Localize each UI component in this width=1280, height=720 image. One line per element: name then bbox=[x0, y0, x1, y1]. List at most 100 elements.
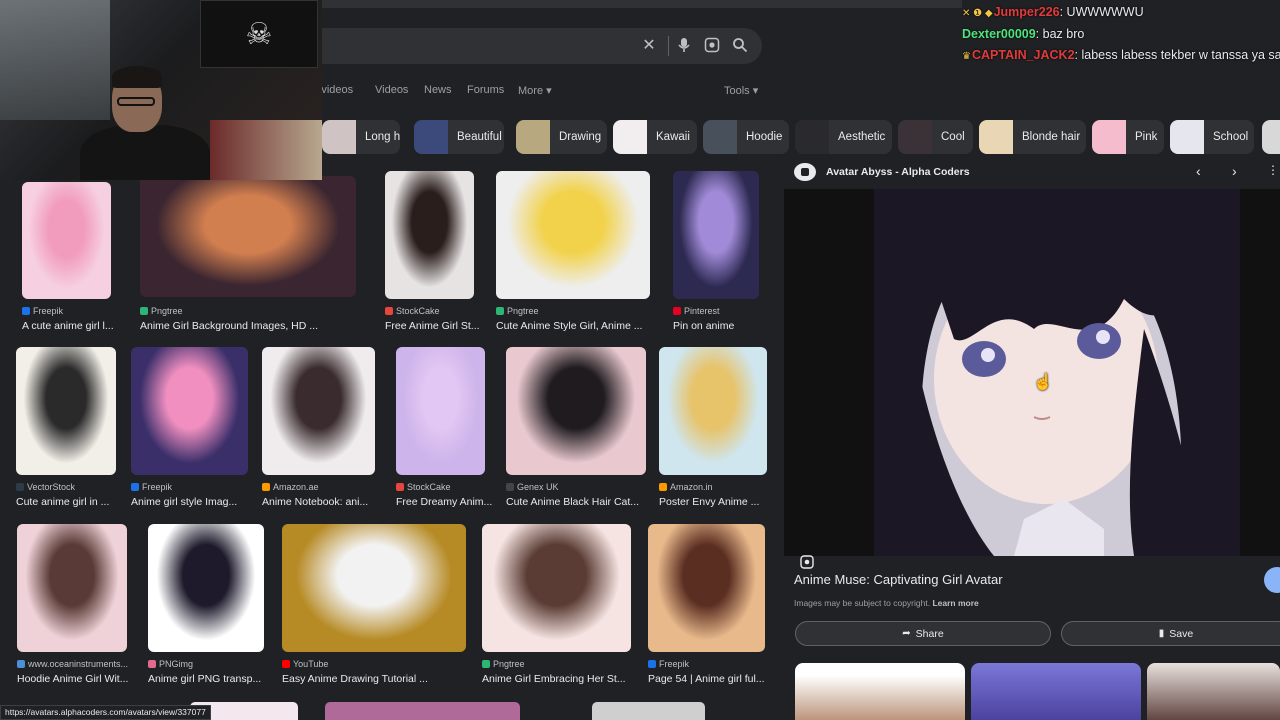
site-favicon-icon bbox=[396, 483, 404, 491]
share-button[interactable]: ➦ Share bbox=[795, 621, 1051, 646]
result-source-name: StockCake bbox=[407, 482, 451, 492]
image-result[interactable]: VectorStock Cute anime girl in ... bbox=[16, 347, 138, 510]
tab-videos[interactable]: Videos bbox=[375, 84, 408, 96]
more-vert-icon[interactable]: ⋮ bbox=[1267, 163, 1279, 177]
result-thumbnail[interactable] bbox=[673, 171, 759, 299]
tab-news[interactable]: News bbox=[424, 84, 452, 96]
preview-title[interactable]: Anime Muse: Captivating Girl Avatar bbox=[794, 572, 1003, 587]
chip-school[interactable]: School bbox=[1170, 120, 1254, 154]
share-icon: ➦ bbox=[902, 628, 911, 639]
result-thumbnail[interactable] bbox=[396, 347, 485, 475]
lens-search-icon[interactable] bbox=[800, 555, 816, 571]
image-result[interactable]: StockCake Free Anime Girl St... bbox=[385, 171, 507, 334]
screen: ✕ Short videos Videos News Forums More ▾… bbox=[0, 0, 1280, 720]
tab-forums[interactable]: Forums bbox=[467, 84, 504, 96]
chevron-left-icon[interactable]: ‹ bbox=[1196, 163, 1201, 179]
image-result[interactable]: www.oceaninstruments... Hoodie Anime Girl… bbox=[17, 524, 139, 687]
chip-long-hair[interactable]: Long hair bbox=[322, 120, 400, 154]
result-thumbnail[interactable] bbox=[385, 171, 474, 299]
result-caption: Anime Girl Embracing Her St... bbox=[482, 673, 626, 685]
result-thumbnail[interactable] bbox=[22, 182, 111, 299]
tab-more[interactable]: More ▾ bbox=[518, 84, 552, 97]
tools-button[interactable]: Tools ▾ bbox=[724, 84, 758, 97]
chip-label: Aesthetic bbox=[838, 131, 886, 143]
close-icon[interactable]: ✕ bbox=[640, 37, 658, 55]
image-result[interactable]: Pngtree Anime Girl Background Images, HD … bbox=[140, 176, 366, 334]
image-result[interactable]: Freepik Anime girl style Imag... bbox=[131, 347, 258, 510]
chip-blonde-hair[interactable]: Blonde hair bbox=[979, 120, 1086, 154]
site-favicon-icon bbox=[506, 483, 514, 491]
related-image[interactable] bbox=[971, 663, 1141, 720]
image-result[interactable]: Pinterest Pin on anime bbox=[673, 171, 795, 334]
result-source-name: Pngtree bbox=[151, 306, 183, 316]
related-image[interactable] bbox=[1147, 663, 1280, 720]
save-button[interactable]: ▮ Save bbox=[1061, 621, 1280, 646]
result-thumbnail[interactable] bbox=[131, 347, 248, 475]
result-source: Amazon.in bbox=[659, 482, 781, 492]
chip-thumbnail bbox=[322, 120, 356, 154]
result-thumbnail[interactable] bbox=[262, 347, 375, 475]
preview-image[interactable] bbox=[874, 189, 1240, 556]
divider bbox=[668, 36, 669, 56]
result-source: StockCake bbox=[385, 306, 507, 316]
chip-label: Cool bbox=[941, 131, 965, 143]
result-thumbnail[interactable] bbox=[17, 524, 127, 652]
result-source-name: YouTube bbox=[293, 659, 329, 669]
image-result[interactable]: Freepik A cute anime girl l... bbox=[22, 182, 144, 334]
image-result[interactable]: Amazon.in Poster Envy Anime ... bbox=[659, 347, 781, 510]
result-thumbnail[interactable] bbox=[482, 524, 631, 652]
related-image[interactable] bbox=[795, 663, 965, 720]
visit-button[interactable] bbox=[1264, 567, 1280, 593]
chip-more[interactable] bbox=[1262, 120, 1280, 154]
result-thumbnail[interactable] bbox=[140, 176, 356, 297]
image-result[interactable]: YouTube Easy Anime Drawing Tutorial ... bbox=[282, 524, 476, 687]
chip-hoodie[interactable]: Hoodie bbox=[703, 120, 789, 154]
result-source-name: Amazon.ae bbox=[273, 482, 319, 492]
image-result[interactable]: StockCake Free Dreamy Anim... bbox=[396, 347, 518, 510]
image-result[interactable]: Freepik Page 54 | Anime girl ful... bbox=[648, 524, 775, 687]
preview-image-area[interactable] bbox=[784, 189, 1280, 569]
image-result[interactable]: PNGimg Anime girl PNG transp... bbox=[148, 524, 274, 687]
share-label: Share bbox=[915, 627, 944, 640]
site-favicon-icon bbox=[16, 483, 24, 491]
chip-pink[interactable]: Pink bbox=[1092, 120, 1164, 154]
site-favicon-icon bbox=[673, 307, 681, 315]
image-result[interactable]: Pngtree Anime Girl Embracing Her St... bbox=[482, 524, 641, 687]
result-source: VectorStock bbox=[16, 482, 138, 492]
result-source-name: Freepik bbox=[142, 482, 173, 492]
image-result[interactable]: Pngtree Cute Anime Style Girl, Anime ... bbox=[496, 171, 660, 334]
chip-beautiful[interactable]: Beautiful bbox=[414, 120, 504, 154]
search-icon[interactable] bbox=[731, 37, 749, 55]
result-thumbnail[interactable] bbox=[648, 524, 765, 652]
preview-source[interactable]: Avatar Abyss - Alpha Coders bbox=[794, 163, 970, 181]
webcam-overlay: ☠ bbox=[0, 0, 322, 180]
result-thumbnail[interactable] bbox=[16, 347, 116, 475]
chip-label: Pink bbox=[1135, 131, 1158, 143]
search-bar[interactable]: ✕ bbox=[300, 28, 762, 64]
result-thumbnail[interactable] bbox=[496, 171, 650, 299]
result-caption: Anime girl style Imag... bbox=[131, 496, 238, 508]
result-thumbnail-peek[interactable] bbox=[325, 702, 520, 720]
result-thumbnail[interactable] bbox=[282, 524, 466, 652]
result-source-name: Genex UK bbox=[517, 482, 559, 492]
learn-more-link[interactable]: Learn more bbox=[932, 598, 978, 608]
result-source: YouTube bbox=[282, 659, 476, 669]
result-thumbnail[interactable] bbox=[659, 347, 767, 475]
chip-aesthetic[interactable]: Aesthetic bbox=[795, 120, 892, 154]
chip-cool[interactable]: Cool bbox=[898, 120, 973, 154]
result-thumbnail[interactable] bbox=[148, 524, 264, 652]
result-thumbnail-peek[interactable] bbox=[592, 702, 705, 720]
chip-label: Drawing bbox=[559, 131, 602, 143]
chip-kawaii[interactable]: Kawaii bbox=[613, 120, 697, 154]
mic-icon[interactable] bbox=[675, 37, 693, 55]
result-source: www.oceaninstruments... bbox=[17, 659, 139, 669]
chevron-right-icon[interactable]: › bbox=[1232, 163, 1237, 179]
result-thumbnail[interactable] bbox=[506, 347, 646, 475]
image-result[interactable]: Amazon.ae Anime Notebook: ani... bbox=[262, 347, 385, 510]
image-result[interactable]: Genex UK Cute Anime Black Hair Cat... bbox=[506, 347, 656, 510]
copyright-text: Images may be subject to copyright. bbox=[794, 598, 931, 608]
result-caption: Easy Anime Drawing Tutorial ... bbox=[282, 673, 428, 685]
chip-drawing[interactable]: Drawing bbox=[516, 120, 607, 154]
streamer-body bbox=[80, 125, 210, 180]
lens-icon[interactable] bbox=[703, 37, 721, 55]
